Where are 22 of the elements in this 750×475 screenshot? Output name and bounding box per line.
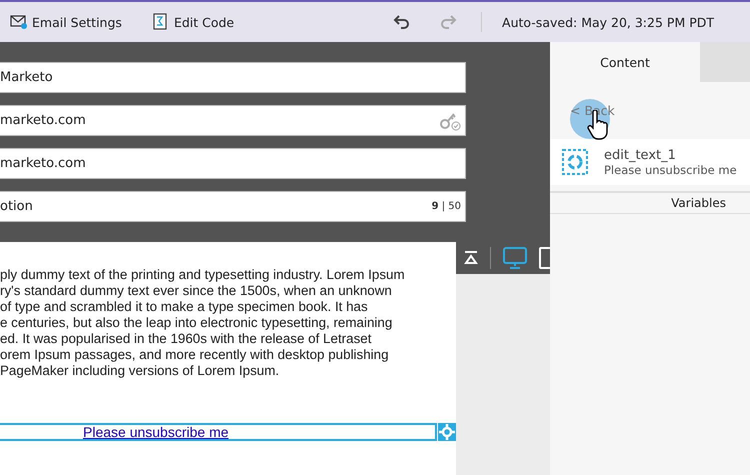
autosave-status: Auto-saved: May 20, 3:25 PM PDT <box>502 14 714 30</box>
body-paragraph: ply dummy text of the printing and typesetting industry. Lorem Ipsum ry's standard dummy text ever since the 1500s, when an unknown of type and scrambled it to make a type specimen book. It has e centuries, but also the leap into electronic typesetting, remaining ed. It was popularised in the 1960s with the release of Letraset orem Ipsum passages, and more recently with desktop publishing PageMaker including versions of Lorem Ipsum. <box>0 267 406 379</box>
item-subtitle: Please unsubscribe me <box>604 162 737 176</box>
desktop-icon[interactable] <box>503 247 527 269</box>
input-field[interactable]: marketo.com <box>0 148 466 179</box>
unsubscribe-link[interactable]: Please unsubscribe me <box>83 424 229 440</box>
undo-icon[interactable] <box>393 14 412 30</box>
section-header: Variables <box>550 191 750 214</box>
envelope-gear-icon <box>10 13 28 31</box>
key-check-icon <box>439 110 461 130</box>
input-field[interactable]: Marketo <box>0 62 466 93</box>
input-field[interactable]: otion 9 | 50 <box>0 191 466 222</box>
input-field[interactable]: marketo.com <box>0 105 466 136</box>
content-item[interactable]: edit_text_1 Please unsubscribe me <box>550 139 750 185</box>
character-counter: 9 | 50 <box>432 201 461 212</box>
collapse-icon[interactable] <box>464 250 478 266</box>
text-block-icon <box>562 149 588 175</box>
item-title: edit_text_1 <box>604 148 677 162</box>
mobile-icon[interactable] <box>539 247 553 269</box>
toolbar-button[interactable]: Edit Code <box>148 11 238 33</box>
toolbar-button[interactable]: Email Settings <box>6 11 126 33</box>
gear-settings-icon[interactable] <box>438 423 456 441</box>
